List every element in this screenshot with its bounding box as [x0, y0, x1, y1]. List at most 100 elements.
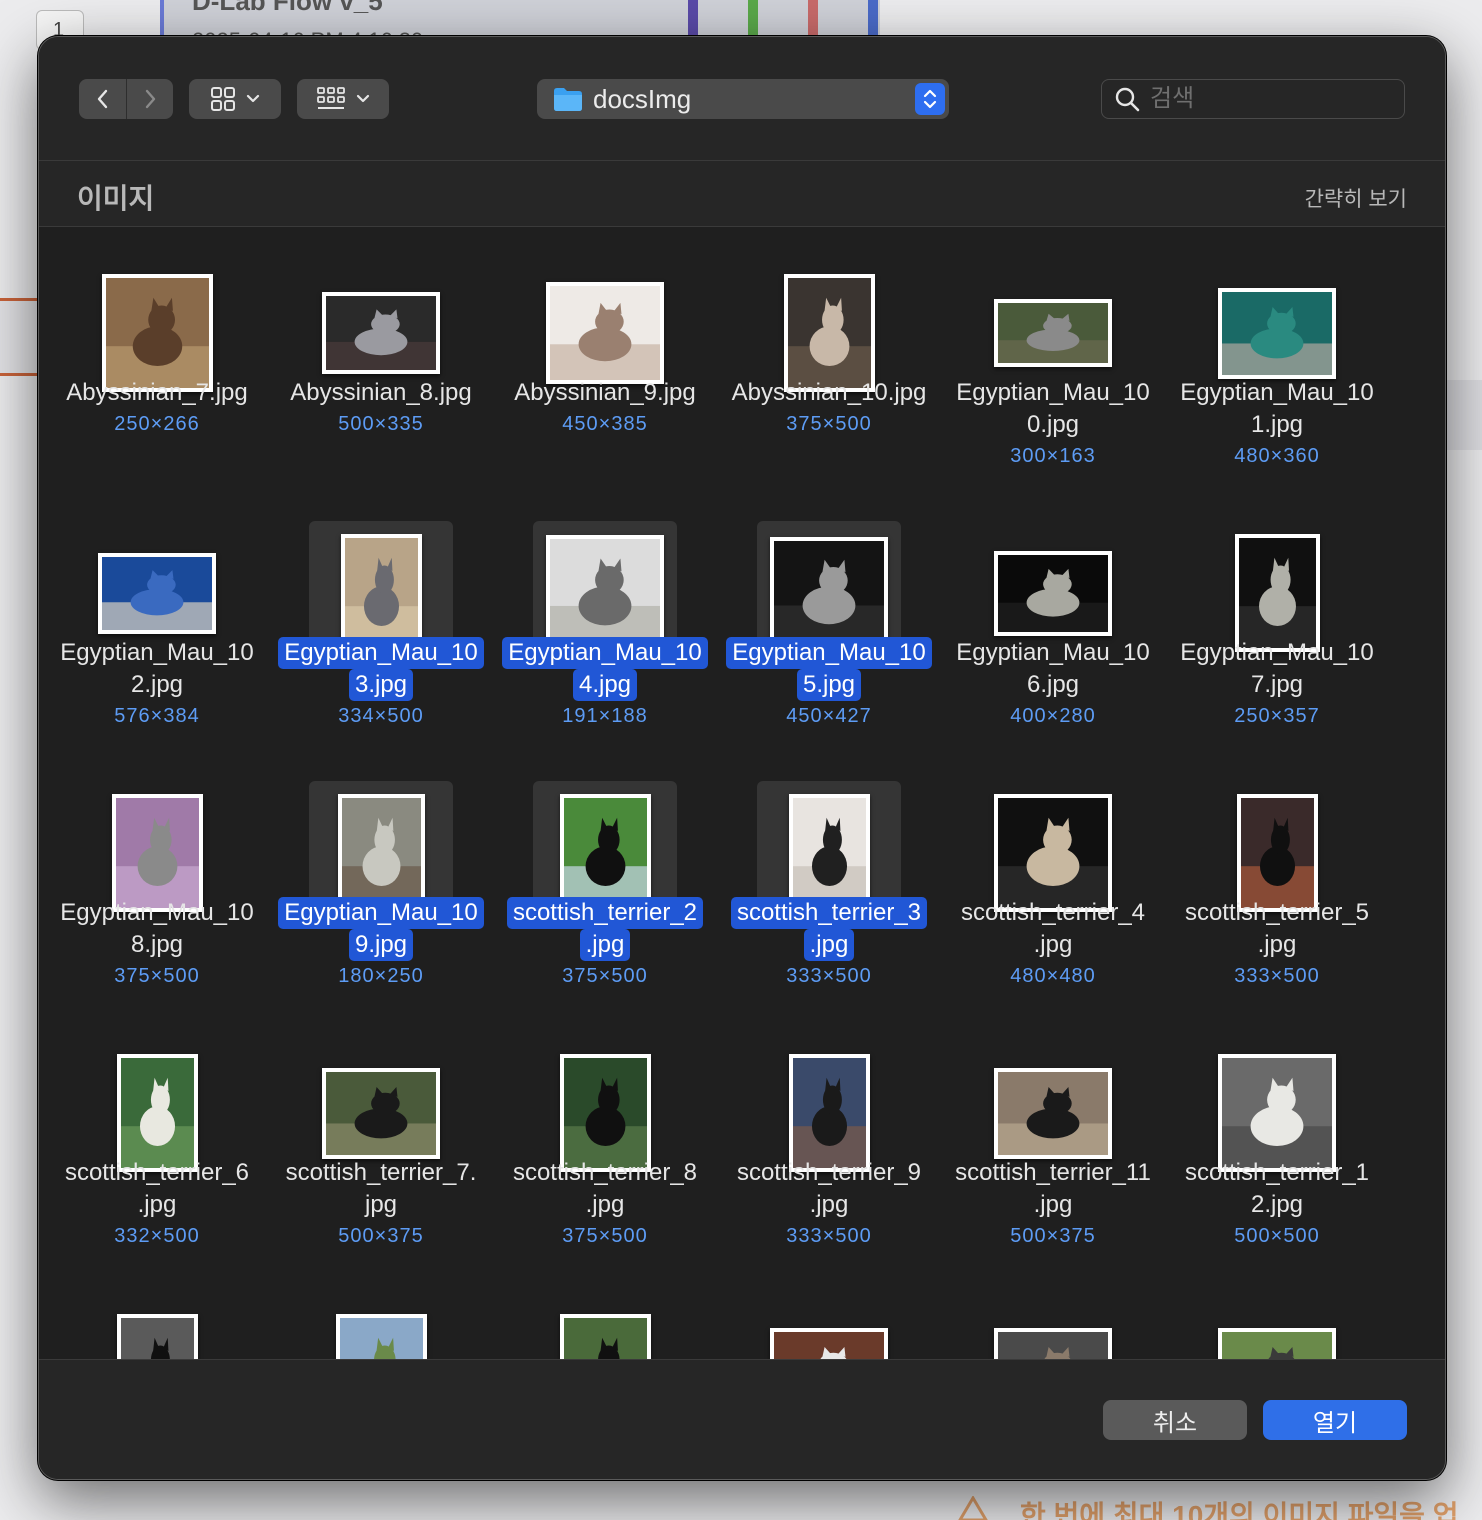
file-item[interactable]: scottish_terrier_11 .jpg 500×375	[941, 1017, 1165, 1277]
open-button[interactable]: 열기	[1263, 1400, 1407, 1440]
file-name-line: 2.jpg	[1250, 1191, 1304, 1218]
navigation-buttons	[79, 79, 173, 119]
file-item[interactable]: Abyssinian_8.jpg 500×335	[269, 237, 493, 497]
file-item[interactable]: Egyptian_Mau_10 6.jpg 400×280	[941, 497, 1165, 757]
file-name: Egyptian_Mau_10 1.jpg	[1165, 377, 1389, 441]
file-item[interactable]	[717, 1277, 941, 1359]
photo-icon	[326, 296, 436, 370]
file-item[interactable]: scottish_terrier_5 .jpg 333×500	[1165, 757, 1389, 1017]
image-thumbnail	[559, 1314, 651, 1359]
file-label: Abyssinian_8.jpg 500×335	[269, 377, 493, 439]
file-name-line: 2.jpg	[130, 671, 184, 698]
file-item[interactable]	[1165, 1277, 1389, 1359]
file-name-line: scottish_terrier_4	[960, 899, 1146, 926]
search-input[interactable]	[1150, 85, 1390, 113]
photo-icon	[792, 798, 866, 908]
image-thumbnail	[111, 794, 203, 912]
photo-icon	[774, 541, 884, 645]
file-name-line: Egyptian_Mau_10	[278, 637, 484, 669]
file-name-line: scottish_terrier_11	[955, 1159, 1151, 1186]
image-thumbnail	[322, 1067, 440, 1159]
file-item[interactable]	[941, 1277, 1165, 1359]
file-name: scottish_terrier_7. jpg	[269, 1157, 493, 1221]
photo-icon	[120, 1058, 194, 1168]
file-name: Egyptian_Mau_10 7.jpg	[1165, 637, 1389, 701]
view-mode-button[interactable]	[189, 79, 281, 119]
file-item[interactable]: scottish_terrier_6 .jpg 332×500	[45, 1017, 269, 1277]
group-mode-button[interactable]	[297, 79, 389, 119]
file-item[interactable]: scottish_terrier_3 .jpg 333×500	[717, 757, 941, 1017]
file-name-line: 0.jpg	[1026, 411, 1080, 438]
file-name-line: .jpg	[803, 929, 855, 961]
file-name-line: 3.jpg	[348, 669, 414, 701]
forward-button[interactable]	[126, 79, 173, 119]
file-item[interactable]: Egyptian_Mau_10 8.jpg 375×500	[45, 757, 269, 1017]
file-name-line: Egyptian_Mau_10	[1180, 379, 1374, 406]
file-label: Egyptian_Mau_10 8.jpg 375×500	[45, 897, 269, 991]
photo-icon	[563, 1318, 647, 1359]
file-item[interactable]: Egyptian_Mau_10 7.jpg 250×357	[1165, 497, 1389, 757]
image-thumbnail	[1236, 794, 1318, 912]
file-label: Egyptian_Mau_10 7.jpg 250×357	[1165, 637, 1389, 731]
file-name: scottish_terrier_6 .jpg	[45, 1157, 269, 1221]
file-item[interactable]	[269, 1277, 493, 1359]
file-item[interactable]: Egyptian_Mau_10 2.jpg 576×384	[45, 497, 269, 757]
file-item[interactable]: Abyssinian_7.jpg 250×266	[45, 237, 269, 497]
file-label: scottish_terrier_8 .jpg 375×500	[493, 1157, 717, 1251]
search-icon	[1115, 87, 1140, 112]
search-field[interactable]	[1101, 79, 1405, 119]
file-item[interactable]: scottish_terrier_1 2.jpg 500×500	[1165, 1017, 1389, 1277]
back-button[interactable]	[79, 79, 126, 119]
file-item[interactable]: scottish_terrier_9 .jpg 333×500	[717, 1017, 941, 1277]
file-item[interactable]: scottish_terrier_2 .jpg 375×500	[493, 757, 717, 1017]
photo-icon	[1222, 1058, 1332, 1168]
photo-icon	[563, 798, 647, 908]
image-thumbnail	[1218, 1327, 1336, 1359]
file-item[interactable]: Egyptian_Mau_10 0.jpg 300×163	[941, 237, 1165, 497]
file-item[interactable]: Egyptian_Mau_10 9.jpg 180×250	[269, 757, 493, 1017]
image-thumbnail	[101, 274, 213, 392]
file-label: Abyssinian_10.jpg 375×500	[717, 377, 941, 439]
folder-path-popup[interactable]: docsImg	[537, 79, 949, 119]
file-item[interactable]	[493, 1277, 717, 1359]
file-item[interactable]: Egyptian_Mau_10 5.jpg 450×427	[717, 497, 941, 757]
file-name-line: scottish_terrier_5	[1184, 899, 1370, 926]
photo-icon	[339, 1318, 423, 1359]
file-name-line: .jpg	[809, 1191, 849, 1218]
file-name-line: .jpg	[1257, 931, 1297, 958]
image-dimensions: 333×500	[786, 965, 872, 987]
file-name-line: scottish_terrier_8	[512, 1159, 698, 1186]
image-dimensions: 250×357	[1234, 705, 1320, 727]
file-item[interactable]: Egyptian_Mau_10 4.jpg 191×188	[493, 497, 717, 757]
file-item[interactable]: Abyssinian_9.jpg 450×385	[493, 237, 717, 497]
image-thumbnail	[770, 537, 888, 649]
file-item[interactable]: scottish_terrier_7. jpg 500×375	[269, 1017, 493, 1277]
image-thumbnail	[788, 1054, 870, 1172]
thumbnail-container	[85, 1301, 229, 1359]
file-grid[interactable]: Abyssinian_7.jpg 250×266 Abyssinian_8.jpg 5…	[39, 227, 1445, 1359]
card-bar	[808, 0, 818, 40]
image-thumbnail	[322, 292, 440, 374]
image-dimensions: 450×385	[562, 413, 648, 435]
file-label: Egyptian_Mau_10 4.jpg 191×188	[493, 637, 717, 731]
chevron-left-icon	[97, 89, 107, 109]
file-item[interactable]: Egyptian_Mau_10 1.jpg 480×360	[1165, 237, 1389, 497]
file-label: Abyssinian_9.jpg 450×385	[493, 377, 717, 439]
file-item[interactable]: scottish_terrier_4 .jpg 480×480	[941, 757, 1165, 1017]
file-item[interactable]	[45, 1277, 269, 1359]
file-item[interactable]: Egyptian_Mau_10 3.jpg 334×500	[269, 497, 493, 757]
file-item[interactable]: scottish_terrier_8 .jpg 375×500	[493, 1017, 717, 1277]
folder-stepper[interactable]	[915, 83, 945, 115]
photo-icon	[550, 286, 660, 380]
file-name-line: Abyssinian_10.jpg	[731, 379, 927, 406]
file-name: Egyptian_Mau_10 8.jpg	[45, 897, 269, 961]
image-thumbnail	[1218, 287, 1336, 379]
file-label: Abyssinian_7.jpg 250×266	[45, 377, 269, 439]
image-thumbnail	[770, 1327, 888, 1359]
file-name-line: 6.jpg	[1026, 671, 1080, 698]
show-less-button[interactable]: 간략히 보기	[1305, 183, 1407, 213]
upload-warning: 한 번에 최대 10개의 이미지 파일을 업	[1020, 1500, 1459, 1520]
cancel-button[interactable]: 취소	[1103, 1400, 1247, 1440]
file-item[interactable]: Abyssinian_10.jpg 375×500	[717, 237, 941, 497]
file-name: Egyptian_Mau_10 0.jpg	[941, 377, 1165, 441]
